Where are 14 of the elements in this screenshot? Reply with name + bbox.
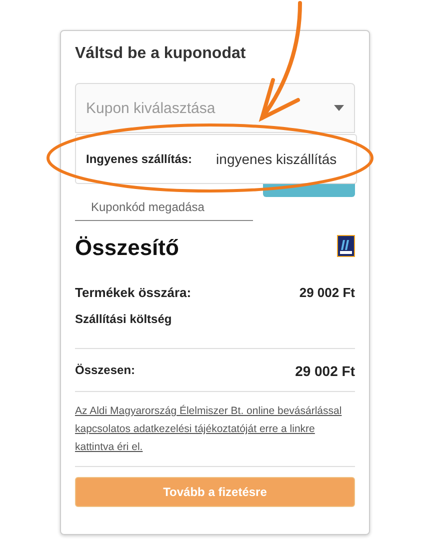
total-label: Összesen: [75,363,136,379]
dropdown-menu[interactable]: Ingyenes szállítás: ingyenes kiszállítás [75,134,357,184]
option-value: ingyenes kiszállítás [216,151,337,167]
caret-icon [334,105,344,111]
coupon-code-field[interactable]: Kuponkód megadása [75,200,253,221]
total-value: 29 002 Ft [295,363,355,379]
option-label: Ingyenes szállítás: [86,152,192,166]
summary-label: Termékek összára: [75,285,192,300]
privacy-link[interactable]: Az Aldi Magyarország Élelmiszer Bt. online bevásárlással kapcsolatos adatkezelési tájékoztatóját erre a linkre kattintva éri el. [75,402,355,456]
summary-value: 29 002 Ft [299,285,355,300]
logo-icon [337,235,355,257]
section-title: Váltsd be a kuponodat [75,45,247,63]
summary-label: Szállítási költség [75,312,172,326]
summary-title: Összesítő [75,235,179,261]
